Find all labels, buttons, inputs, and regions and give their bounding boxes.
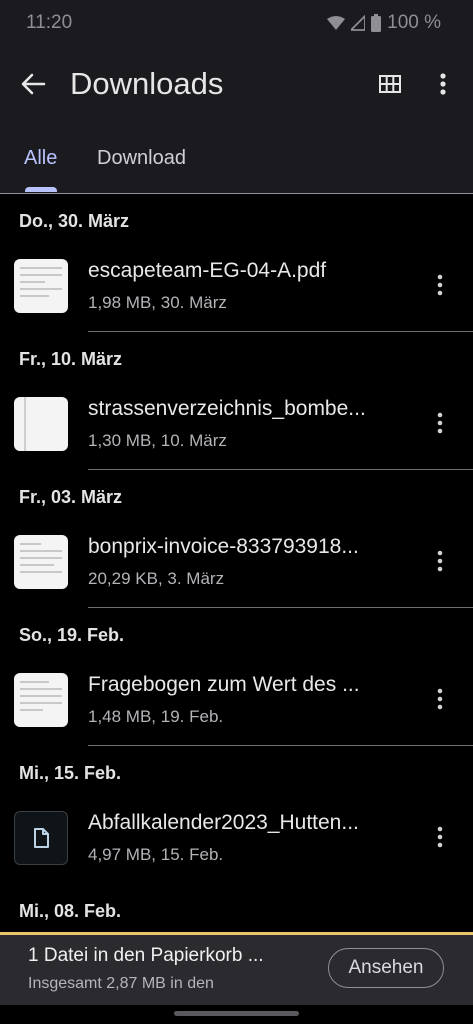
snackbar-subtitle: Insgesamt 2,87 MB in den <box>28 975 214 992</box>
file-name: bonprix-invoice-833793918... <box>88 535 359 558</box>
divider <box>88 745 473 746</box>
arrow-back-icon[interactable] <box>20 71 46 97</box>
file-name: Abfallkalender2023_Hutten... <box>88 811 359 834</box>
file-thumbnail <box>14 535 68 589</box>
tab-all[interactable]: Alle <box>24 147 57 170</box>
list-item[interactable]: strassenverzeichnis_bombe... 1,30 MB, 10… <box>0 387 473 470</box>
snackbar: 1 Datei in den Papierkorb ... Insgesamt … <box>0 932 473 1005</box>
date-header: So., 19. Feb. <box>19 625 125 645</box>
status-icons: 100 % <box>327 12 441 34</box>
status-time: 11:20 <box>26 12 73 33</box>
tab-indicator <box>25 187 57 192</box>
more-vert-icon[interactable] <box>432 685 448 713</box>
battery-level: 100 % <box>387 12 441 33</box>
date-header: Fr., 10. März <box>19 349 123 369</box>
file-meta: 4,97 MB, 15. Feb. <box>88 845 224 864</box>
status-bar: 11:20 100 % <box>0 0 473 46</box>
file-meta: 20,29 KB, 3. März <box>88 569 225 588</box>
list-item[interactable]: Fragebogen zum Wert des ... 1,48 MB, 19.… <box>0 663 473 746</box>
more-vert-icon[interactable] <box>432 271 448 299</box>
file-thumbnail <box>14 397 68 451</box>
date-header: Mi., 15. Feb. <box>19 763 122 783</box>
signal-icon <box>351 15 366 31</box>
battery-icon <box>371 14 382 32</box>
document-icon <box>34 828 49 848</box>
more-vert-icon[interactable] <box>432 823 448 851</box>
grid-view-icon[interactable] <box>378 72 402 96</box>
tab-download[interactable]: Download <box>97 147 186 170</box>
more-vert-icon[interactable] <box>432 547 448 575</box>
file-thumbnail <box>14 811 68 865</box>
wifi-icon <box>327 16 346 30</box>
divider <box>88 469 473 470</box>
list-item[interactable]: escapeteam-EG-04-A.pdf 1,98 MB, 30. März <box>0 249 473 332</box>
list-item[interactable]: Abfallkalender2023_Hutten... 4,97 MB, 15… <box>0 801 473 884</box>
divider <box>88 607 473 608</box>
file-meta: 1,98 MB, 30. März <box>88 293 227 312</box>
file-name: escapeteam-EG-04-A.pdf <box>88 259 327 282</box>
file-meta: 1,48 MB, 19. Feb. <box>88 707 224 726</box>
filter-tabs: Alle Download <box>0 126 473 194</box>
list-item[interactable]: bonprix-invoice-833793918... 20,29 KB, 3… <box>0 525 473 608</box>
app-bar: Downloads <box>0 46 473 126</box>
divider <box>88 331 473 332</box>
view-button[interactable]: Ansehen <box>328 948 444 988</box>
snackbar-message: 1 Datei in den Papierkorb ... <box>28 945 264 966</box>
file-thumbnail <box>14 673 68 727</box>
file-thumbnail <box>14 259 68 313</box>
date-header: Mi., 08. Feb. <box>19 901 122 921</box>
home-indicator[interactable] <box>174 1011 299 1016</box>
more-vert-icon[interactable] <box>433 70 453 98</box>
downloads-list: Do., 30. März escapeteam-EG-04-A.pdf 1,9… <box>0 194 473 939</box>
file-meta: 1,30 MB, 10. März <box>88 431 227 450</box>
page-title: Downloads <box>70 66 224 101</box>
date-header: Do., 30. März <box>19 211 130 231</box>
file-name: Fragebogen zum Wert des ... <box>88 673 360 696</box>
more-vert-icon[interactable] <box>432 409 448 437</box>
file-name: strassenverzeichnis_bombe... <box>88 397 366 420</box>
date-header: Fr., 03. März <box>19 487 123 507</box>
